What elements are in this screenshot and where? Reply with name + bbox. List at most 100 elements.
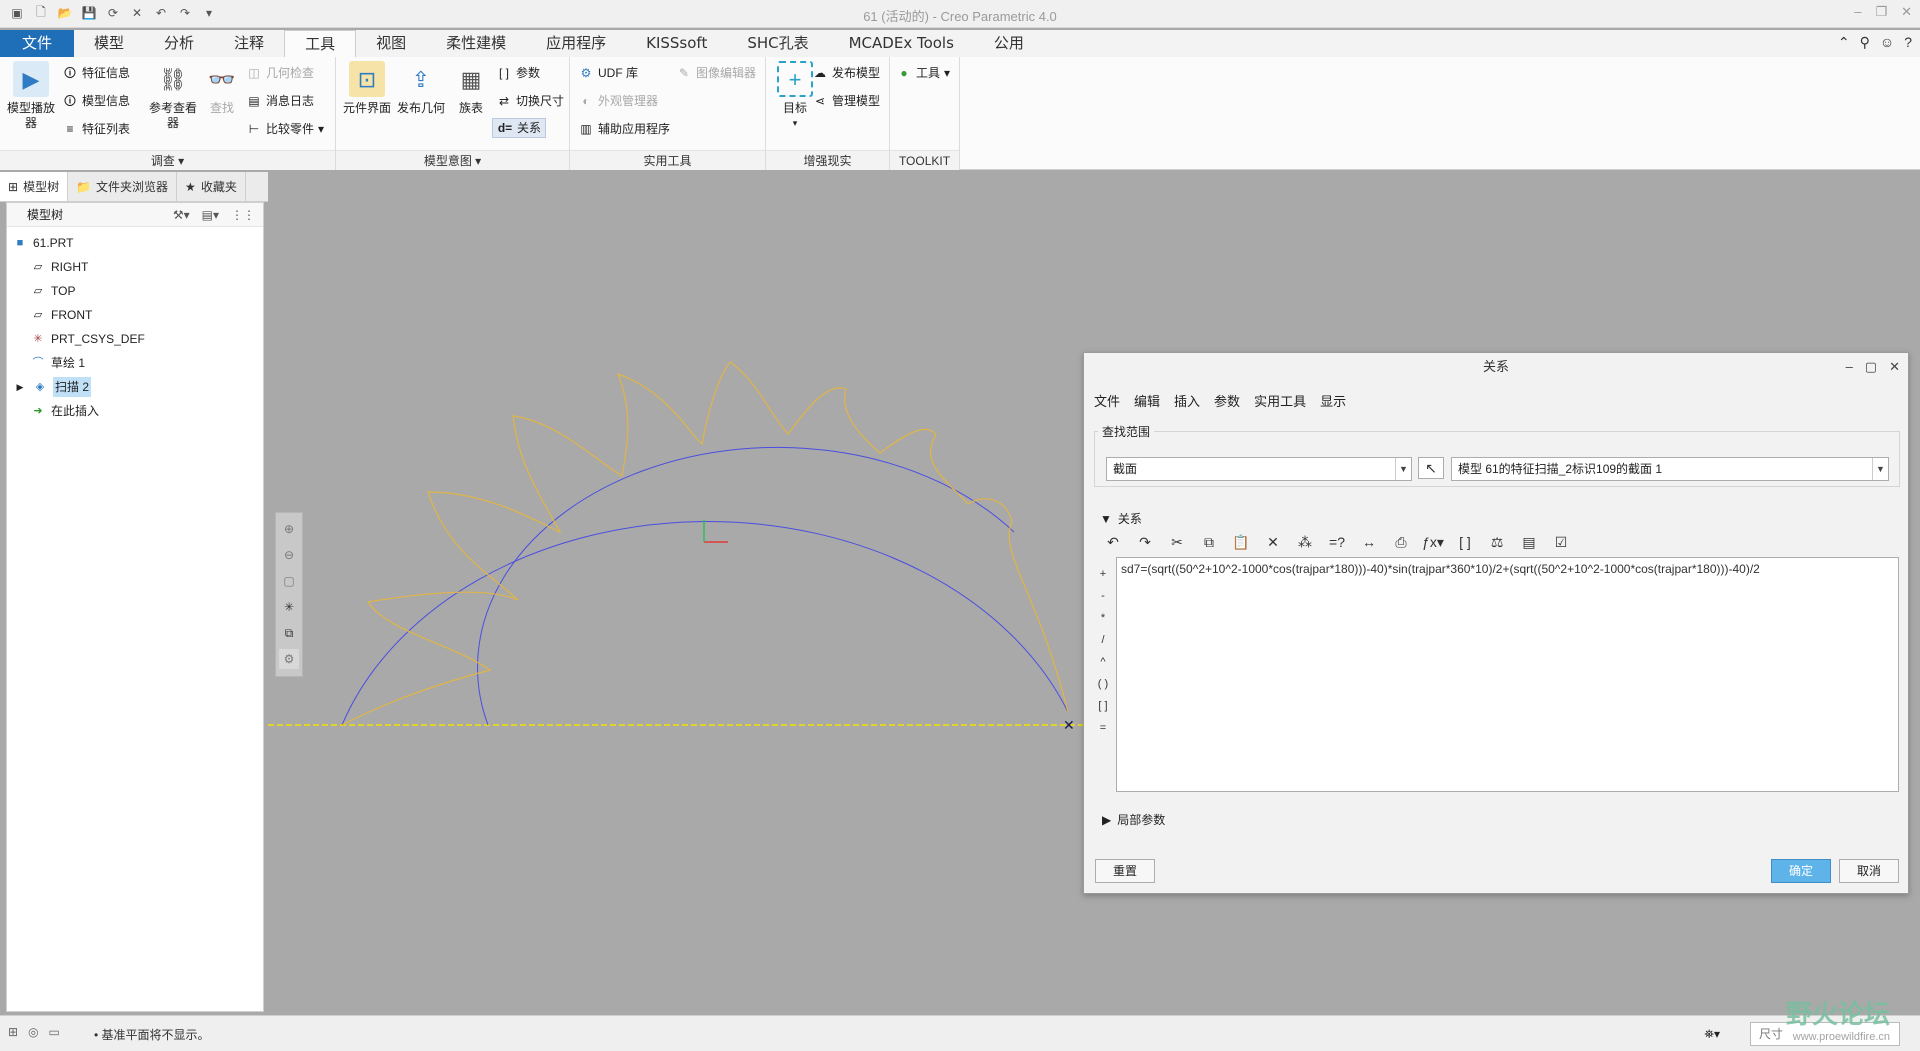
collapse-ribbon-icon[interactable]: ⌃ <box>1838 34 1850 51</box>
feature-list-button[interactable]: ≡ 特征列表 <box>62 119 130 139</box>
op-equals[interactable]: = <box>1096 719 1110 737</box>
model-reference-select[interactable]: 模型 61的特征扫描_2标识109的截面 1 ▼ <box>1451 457 1889 481</box>
tab-flexible-modeling[interactable]: 柔性建模 <box>426 30 526 57</box>
find-button[interactable]: 👓 查找 <box>195 61 249 116</box>
tab-applications[interactable]: 应用程序 <box>526 30 626 57</box>
tab-public[interactable]: 公用 <box>974 30 1044 57</box>
model-info-button[interactable]: 🛈 模型信息 <box>62 91 130 111</box>
community-icon[interactable]: ☺ <box>1880 34 1894 51</box>
tree-item-insert-here[interactable]: ➜ 在此插入 <box>31 401 99 421</box>
dialog-close-icon[interactable]: ✕ <box>1889 353 1900 381</box>
zoom-out-icon[interactable]: ⊖ <box>279 545 299 565</box>
tab-file[interactable]: 文件 <box>0 30 75 57</box>
tab-shc-hole-table[interactable]: SHC孔表 <box>727 30 828 57</box>
tab-analysis[interactable]: 分析 <box>144 30 214 57</box>
cut-icon[interactable]: ✂ <box>1164 531 1190 553</box>
delete-icon[interactable]: ✕ <box>1260 531 1286 553</box>
op-minus[interactable]: - <box>1096 587 1110 605</box>
smart-selection-icon[interactable]: ⛯▾ <box>1704 1027 1720 1042</box>
tree-item-part[interactable]: ■ 61.PRT <box>13 233 74 253</box>
tab-tools[interactable]: 工具 <box>284 30 357 57</box>
manage-model-button[interactable]: ⋖ 管理模型 <box>812 91 880 111</box>
auxiliary-applications-button[interactable]: ▥ 辅助应用程序 <box>578 119 670 139</box>
menu-utilities[interactable]: 实用工具 <box>1254 391 1306 410</box>
datum-display-icon[interactable]: ✳ <box>279 597 299 617</box>
refit-icon[interactable]: ▢ <box>279 571 299 591</box>
select-pointer-button[interactable]: ↖ <box>1418 457 1444 479</box>
menu-file[interactable]: 文件 <box>1094 391 1120 410</box>
relation-line[interactable]: sd7=(sqrt((50^2+10^2-1000*cos(trajpar*18… <box>1121 562 1760 576</box>
insert-function-icon[interactable]: ƒx▾ <box>1420 531 1446 553</box>
copy-icon[interactable]: ⧉ <box>1196 531 1222 553</box>
tree-item-csys[interactable]: ✳ PRT_CSYS_DEF <box>31 329 144 349</box>
search-icon[interactable]: ⚲ <box>1860 34 1870 51</box>
tab-annotate[interactable]: 注释 <box>214 30 284 57</box>
image-editor-button[interactable]: ✎ 图像编辑器 <box>676 63 756 83</box>
tree-show-icon[interactable]: ▤▾ <box>202 208 219 222</box>
tab-view[interactable]: 视图 <box>356 30 426 57</box>
publish-geometry-button[interactable]: ⇪ 发布几何 <box>394 61 448 116</box>
full-screen-icon[interactable]: ▭ <box>49 1025 60 1039</box>
tree-item-sweep[interactable]: ▶ ◈ 扫描 2 <box>13 377 92 397</box>
sort-icon[interactable]: ⎙ <box>1388 531 1414 553</box>
minimize-icon[interactable]: – <box>1854 4 1861 20</box>
insert-dimension-icon[interactable]: ↔ <box>1356 531 1382 553</box>
tree-filter-icon[interactable]: ⋮⋮ <box>231 208 255 222</box>
close-icon[interactable]: ✕ <box>1901 4 1912 20</box>
zoom-in-icon[interactable]: ⊕ <box>279 519 299 539</box>
tab-kisssoft[interactable]: KISSsoft <box>626 30 727 57</box>
udf-library-button[interactable]: ⚙ UDF 库 <box>578 63 638 83</box>
op-plus[interactable]: + <box>1096 565 1110 583</box>
appearance-manager-button[interactable]: ◐ 外观管理器 <box>578 91 658 111</box>
relations-section-header[interactable]: ▼ 关系 <box>1100 510 1142 527</box>
expand-arrow-icon[interactable]: ▶ <box>13 380 27 394</box>
paste-icon[interactable]: 📋 <box>1228 531 1254 553</box>
tree-item-right[interactable]: ▱ RIGHT <box>31 257 89 277</box>
group-label-investigate[interactable]: 调查 ▾ <box>0 150 335 170</box>
tab-favorites[interactable]: ★ 收藏夹 <box>177 172 246 201</box>
tab-model-tree[interactable]: ⊞ 模型树 <box>0 172 69 201</box>
verify-icon[interactable]: =? <box>1324 531 1350 553</box>
op-parentheses[interactable]: ( ) <box>1096 675 1110 693</box>
reset-button[interactable]: 重置 <box>1095 859 1155 883</box>
show-values-icon[interactable]: ⁂ <box>1292 531 1318 553</box>
tab-folder-browser[interactable]: 📁 文件夹浏览器 <box>68 172 178 201</box>
toolkit-tools-button[interactable]: ● 工具 ▾ <box>896 63 950 83</box>
tree-settings-icon[interactable]: ⚒▾ <box>173 208 190 222</box>
cancel-button[interactable]: 取消 <box>1839 859 1899 883</box>
group-label-model-intent[interactable]: 模型意图 ▾ <box>336 150 569 170</box>
switch-dimensions-button[interactable]: ⇄ 切换尺寸 <box>496 91 564 111</box>
tab-mcadex-tools[interactable]: MCADEx Tools <box>829 30 974 57</box>
op-brackets[interactable]: [ ] <box>1096 697 1110 715</box>
model-player-button[interactable]: ▶ 模型播放器 <box>4 61 58 131</box>
scope-select[interactable]: 截面 ▼ <box>1106 457 1412 481</box>
tree-item-sketch[interactable]: ⌒ 草绘 1 <box>31 353 86 373</box>
insert-parameter-icon[interactable]: [ ] <box>1452 531 1478 553</box>
op-multiply[interactable]: * <box>1096 609 1110 627</box>
local-parameters-section[interactable]: ▶ 局部参数 <box>1102 811 1165 828</box>
geometry-check-button[interactable]: ◫ 几何检查 <box>246 63 314 83</box>
check-relations-icon[interactable]: ☑ <box>1548 531 1574 553</box>
undo-icon[interactable]: ↶ <box>1100 531 1126 553</box>
redo-icon[interactable]: ↷ <box>1132 531 1158 553</box>
relations-editor[interactable]: sd7=(sqrt((50^2+10^2-1000*cos(trajpar*18… <box>1116 557 1899 792</box>
toggle-navigator-icon[interactable]: ⊞ <box>8 1025 18 1039</box>
help-icon[interactable]: ? <box>1904 34 1912 51</box>
menu-insert[interactable]: 插入 <box>1174 391 1200 410</box>
publish-model-button[interactable]: ☁ 发布模型 <box>812 63 880 83</box>
compare-part-button[interactable]: ⊢ 比较零件 ▾ <box>246 119 324 139</box>
parameters-button[interactable]: [ ] 参数 <box>496 63 540 83</box>
feature-info-button[interactable]: 🛈 特征信息 <box>62 63 130 83</box>
op-power[interactable]: ^ <box>1096 653 1110 671</box>
display-style-icon[interactable]: ⚙ <box>279 649 299 669</box>
toggle-browser-icon[interactable]: ◎ <box>28 1025 38 1039</box>
menu-display[interactable]: 显示 <box>1320 391 1346 410</box>
sort-relations-icon[interactable]: ▤ <box>1516 531 1542 553</box>
menu-edit[interactable]: 编辑 <box>1134 391 1160 410</box>
tree-item-front[interactable]: ▱ FRONT <box>31 305 93 325</box>
op-divide[interactable]: / <box>1096 631 1110 649</box>
ok-button[interactable]: 确定 <box>1771 859 1831 883</box>
reference-viewer-button[interactable]: ⛓ 参考查看器 <box>146 61 200 131</box>
tree-item-top[interactable]: ▱ TOP <box>31 281 76 301</box>
named-views-icon[interactable]: ⧉ <box>279 623 299 643</box>
